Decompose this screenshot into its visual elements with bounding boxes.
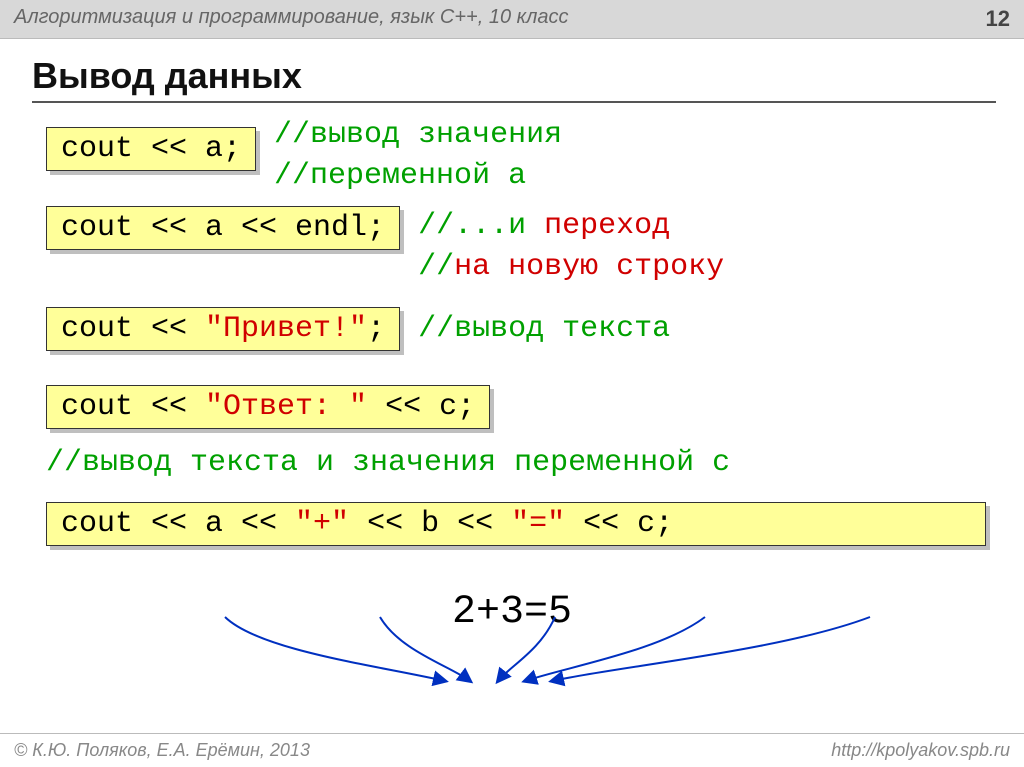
- footer-url: http://kpolyakov.spb.ru: [831, 740, 1010, 761]
- subject-line: Алгоритмизация и программирование, язык …: [14, 6, 568, 32]
- code-block-4: cout << "Ответ: " << c;: [46, 385, 490, 429]
- comment-2b-pre: //: [418, 250, 454, 284]
- comment-1-line1: //вывод значения: [274, 118, 562, 152]
- slide-title: Вывод данных: [32, 55, 996, 97]
- code3-post: ;: [367, 312, 385, 346]
- comment-3: //вывод текста: [418, 309, 670, 350]
- row-2: cout << a << endl; //...и переход //на н…: [28, 196, 996, 287]
- comment-1: //вывод значения //переменной a: [274, 115, 562, 196]
- row-1: cout << a; //вывод значения //переменной…: [28, 117, 996, 196]
- comment-2a-pre: //...и: [418, 209, 544, 243]
- slide-header: Алгоритмизация и программирование, язык …: [0, 0, 1024, 39]
- code5-p2: << b <<: [349, 507, 511, 541]
- code-block-5: cout << a << "+" << b << "=" << c;: [46, 502, 986, 546]
- code-block-3: cout << "Привет!";: [46, 307, 400, 351]
- code5-s1: "+": [295, 507, 349, 541]
- code-block-2: cout << a << endl;: [46, 206, 400, 250]
- title-rule: [32, 101, 996, 103]
- row-4: cout << "Ответ: " << c; //вывод текста и…: [28, 375, 996, 484]
- comment-2: //...и переход //на новую строку: [418, 206, 724, 287]
- code4-post: << c;: [367, 390, 475, 424]
- slide-footer: © К.Ю. Поляков, Е.А. Ерёмин, 2013 http:/…: [0, 733, 1024, 767]
- slide: Алгоритмизация и программирование, язык …: [0, 0, 1024, 767]
- output-result: 2+3=5: [28, 590, 996, 635]
- code3-pre: cout <<: [61, 312, 205, 346]
- code4-str: "Ответ: ": [205, 390, 367, 424]
- comment-1-line2: //переменной a: [274, 159, 526, 193]
- code5-s2: "=": [511, 507, 565, 541]
- code4-pre: cout <<: [61, 390, 205, 424]
- row-5: cout << a << "+" << b << "=" << c;: [28, 502, 996, 546]
- code5-p3: << c;: [565, 507, 673, 541]
- comment-2a-red: переход: [544, 209, 670, 243]
- code3-str: "Привет!": [205, 312, 367, 346]
- slide-content: Вывод данных cout << a; //вывод значения…: [0, 39, 1024, 635]
- row-3: cout << "Привет!"; //вывод текста: [28, 297, 996, 369]
- code-block-1: cout << a;: [46, 127, 256, 171]
- comment-4: //вывод текста и значения переменной c: [46, 443, 996, 484]
- comment-2b-red: на новую строку: [454, 250, 724, 284]
- code5-p1: cout << a <<: [61, 507, 295, 541]
- copyright: © К.Ю. Поляков, Е.А. Ерёмин, 2013: [14, 740, 310, 761]
- page-number: 12: [986, 6, 1010, 32]
